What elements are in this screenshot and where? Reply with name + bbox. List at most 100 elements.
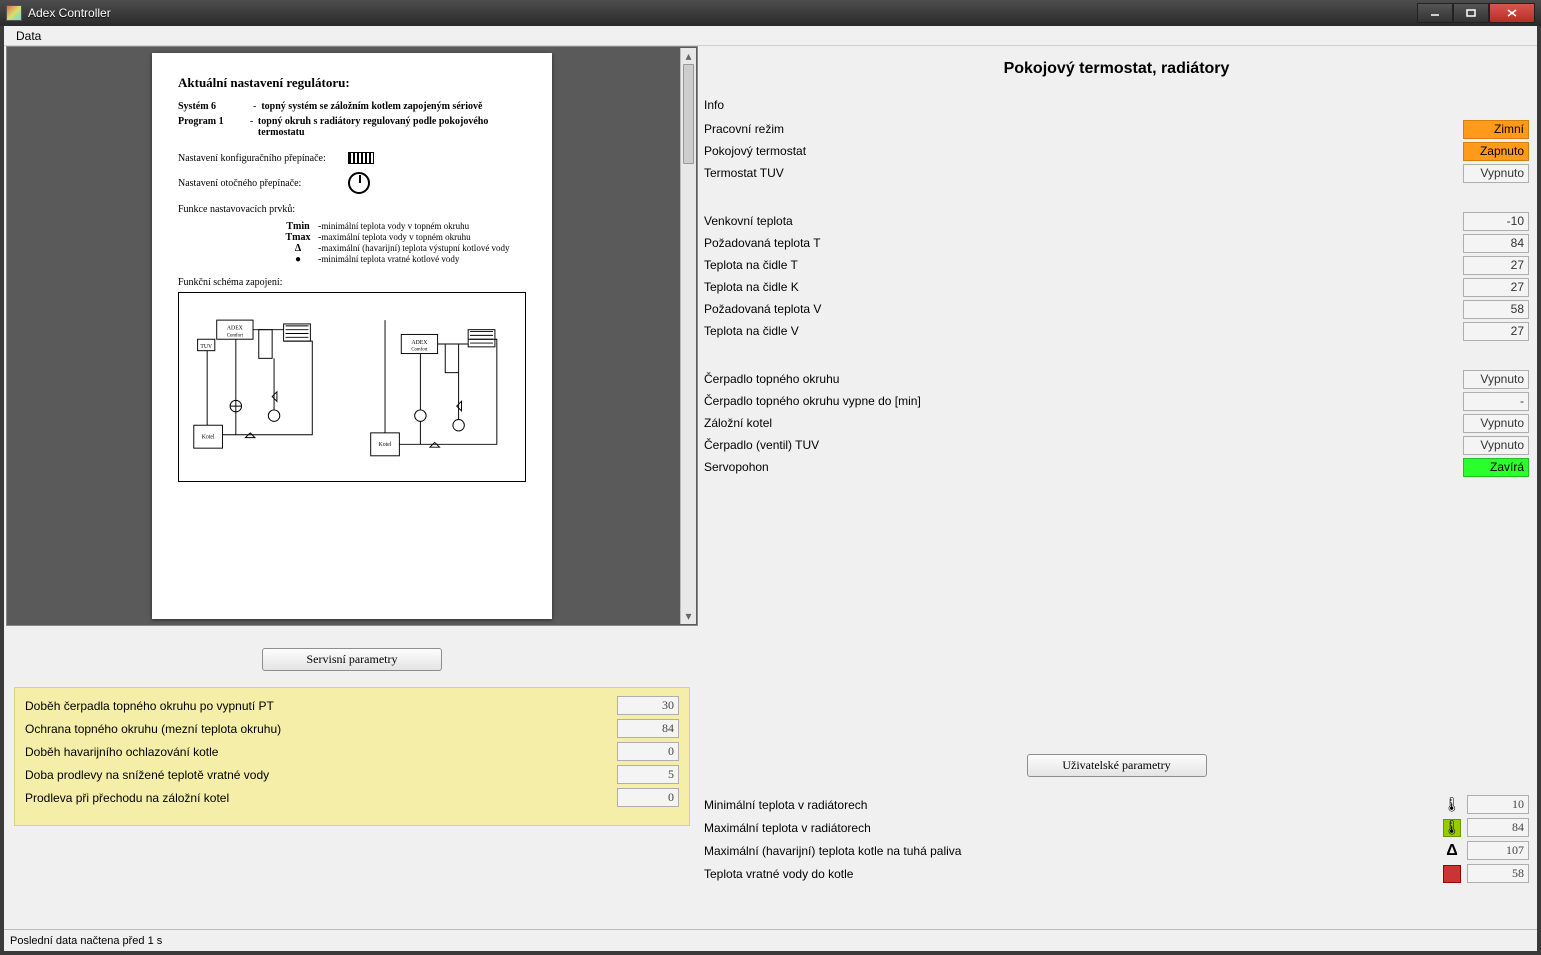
schema-title: Funkční schéma zapojení: [178,277,526,288]
service-param-label: Ochrana topného okruhu (mezní teplota ok… [25,722,617,736]
svg-text:ADEX: ADEX [411,340,428,346]
close-button[interactable] [1489,3,1535,23]
service-param-label: Doba prodlevy na snížené teplotě vratné … [25,768,617,782]
statusbar: Poslední data načtena před 1 s [4,929,1537,951]
system-label: Systém 6 [178,101,253,112]
cfg1-label: Nastavení konfiguračního přepínače: [178,153,348,164]
user-param-label: Minimální teplota v radiátorech [704,798,1443,812]
user-param-label: Maximální teplota v radiátorech [704,821,1443,835]
service-param-value[interactable] [617,788,679,807]
system-desc: topný systém se záložním kotlem zapojený… [261,101,482,112]
service-param-label: Prodleva při přechodu na záložní kotel [25,791,617,805]
document-page: Aktuální nastavení regulátoru: Systém 6 … [152,53,552,619]
user-param-value[interactable] [1467,795,1529,814]
cfg2-label: Nastavení otočného přepínače: [178,178,348,189]
info-label: Pokojový termostat [704,144,1463,158]
info-label: Servopohon [704,460,1463,474]
info-value: Vypnuto [1463,370,1529,389]
service-params-panel: Doběh čerpadla topného okruhu po vypnutí… [14,687,690,826]
info-value: Vypnuto [1463,164,1529,183]
menubar: Data [4,26,1537,46]
thermo-min-icon: 🌡 [1443,796,1461,814]
user-params-button[interactable]: Uživatelské parametry [1027,754,1207,777]
user-params-panel: Minimální teplota v radiátorech 🌡 Maximá… [704,793,1529,885]
user-param-value[interactable] [1467,841,1529,860]
info-value: Zavírá [1463,458,1529,477]
service-params-button[interactable]: Servisní parametry [262,648,442,671]
info-label: Čerpadlo topného okruhu [704,372,1463,386]
service-param-label: Doběh havarijního ochlazování kotle [25,745,617,759]
info-value: 27 [1463,278,1529,297]
info-label: Teplota na čidle K [704,280,1463,294]
left-column: Aktuální nastavení regulátoru: Systém 6 … [4,46,704,929]
user-param-value[interactable] [1467,818,1529,837]
info-group-a: Pracovní režimZimní Pokojový termostatZa… [704,118,1529,188]
info-value: 27 [1463,322,1529,341]
func-table: Tmin- minimální teplota vody v topném ok… [278,221,526,265]
info-label: Požadovaná teplota V [704,302,1463,316]
app-icon [6,5,22,21]
dial-icon [348,172,370,194]
schema-diagram-1: ADEX Comfort TUV Kotel [187,301,342,473]
page-title: Pokojový termostat, radiátory [704,60,1529,78]
info-label: Záložní kotel [704,416,1463,430]
scroll-thumb[interactable] [683,64,694,164]
info-label: Termostat TUV [704,166,1463,180]
schema-diagram-2: ADEX Comfort Kotel [362,301,517,473]
service-param-row: Ochrana topného okruhu (mezní teplota ok… [19,717,685,740]
menu-data[interactable]: Data [10,27,47,45]
service-param-row: Doběh čerpadla topného okruhu po vypnutí… [19,694,685,717]
return-temp-icon [1443,865,1461,883]
svg-text:TUV: TUV [200,344,213,350]
status-text: Poslední data načtena před 1 s [10,935,162,947]
info-label: Čerpadlo topného okruhu vypne do [min] [704,394,1463,408]
svg-text:Kotel: Kotel [379,442,392,448]
scroll-up-icon[interactable]: ▴ [681,48,696,64]
info-label: Teplota na čidle V [704,324,1463,338]
window-body: Data Aktuální nastavení regulátoru: Syst… [4,26,1537,951]
service-param-value[interactable] [617,696,679,715]
svg-text:ADEX: ADEX [227,326,244,332]
service-param-value[interactable] [617,765,679,784]
info-group-c: Čerpadlo topného okruhuVypnuto Čerpadlo … [704,368,1529,482]
program-desc: topný okruh s radiátory regulovaný podle… [258,116,526,138]
service-param-row: Doba prodlevy na snížené teplotě vratné … [19,763,685,786]
right-column: Pokojový termostat, radiátory Info Praco… [704,46,1537,929]
info-label: Čerpadlo (ventil) TUV [704,438,1463,452]
user-param-label: Teplota vratné vody do kotle [704,867,1443,881]
titlebar: Adex Controller [0,0,1541,26]
maximize-button[interactable] [1453,3,1489,23]
user-param-label: Maximální (havarijní) teplota kotle na t… [704,844,1443,858]
user-param-value[interactable] [1467,864,1529,883]
info-value: Vypnuto [1463,436,1529,455]
doc-heading: Aktuální nastavení regulátoru: [178,75,526,91]
info-value: Vypnuto [1463,414,1529,433]
dip-switch-icon [348,152,374,164]
scroll-down-icon[interactable]: ▾ [681,608,696,624]
doc-scrollbar[interactable]: ▴ ▾ [680,48,696,624]
info-value: Zimní [1463,120,1529,139]
info-value: - [1463,392,1529,411]
delta-icon: Δ [1443,842,1461,860]
document-viewer: Aktuální nastavení regulátoru: Systém 6 … [6,46,698,626]
service-param-row: Doběh havarijního ochlazování kotle [19,740,685,763]
minimize-button[interactable] [1417,3,1453,23]
info-label: Venkovní teplota [704,214,1463,228]
info-label: Požadovaná teplota T [704,236,1463,250]
info-value: Zapnuto [1463,142,1529,161]
service-param-label: Doběh čerpadla topného okruhu po vypnutí… [25,699,617,713]
service-param-value[interactable] [617,742,679,761]
info-label: Pracovní režim [704,122,1463,136]
content: Aktuální nastavení regulátoru: Systém 6 … [4,46,1537,929]
info-label: Teplota na čidle T [704,258,1463,272]
program-label: Program 1 [178,116,250,138]
svg-text:Comfort: Comfort [411,348,428,353]
thermo-max-icon: 🌡 [1443,819,1461,837]
window-controls [1417,3,1535,23]
info-value: 58 [1463,300,1529,319]
svg-text:Comfort: Comfort [227,333,244,338]
info-group-b: Venkovní teplota-10 Požadovaná teplota T… [704,210,1529,346]
info-value: 27 [1463,256,1529,275]
service-param-row: Prodleva při přechodu na záložní kotel [19,786,685,809]
service-param-value[interactable] [617,719,679,738]
